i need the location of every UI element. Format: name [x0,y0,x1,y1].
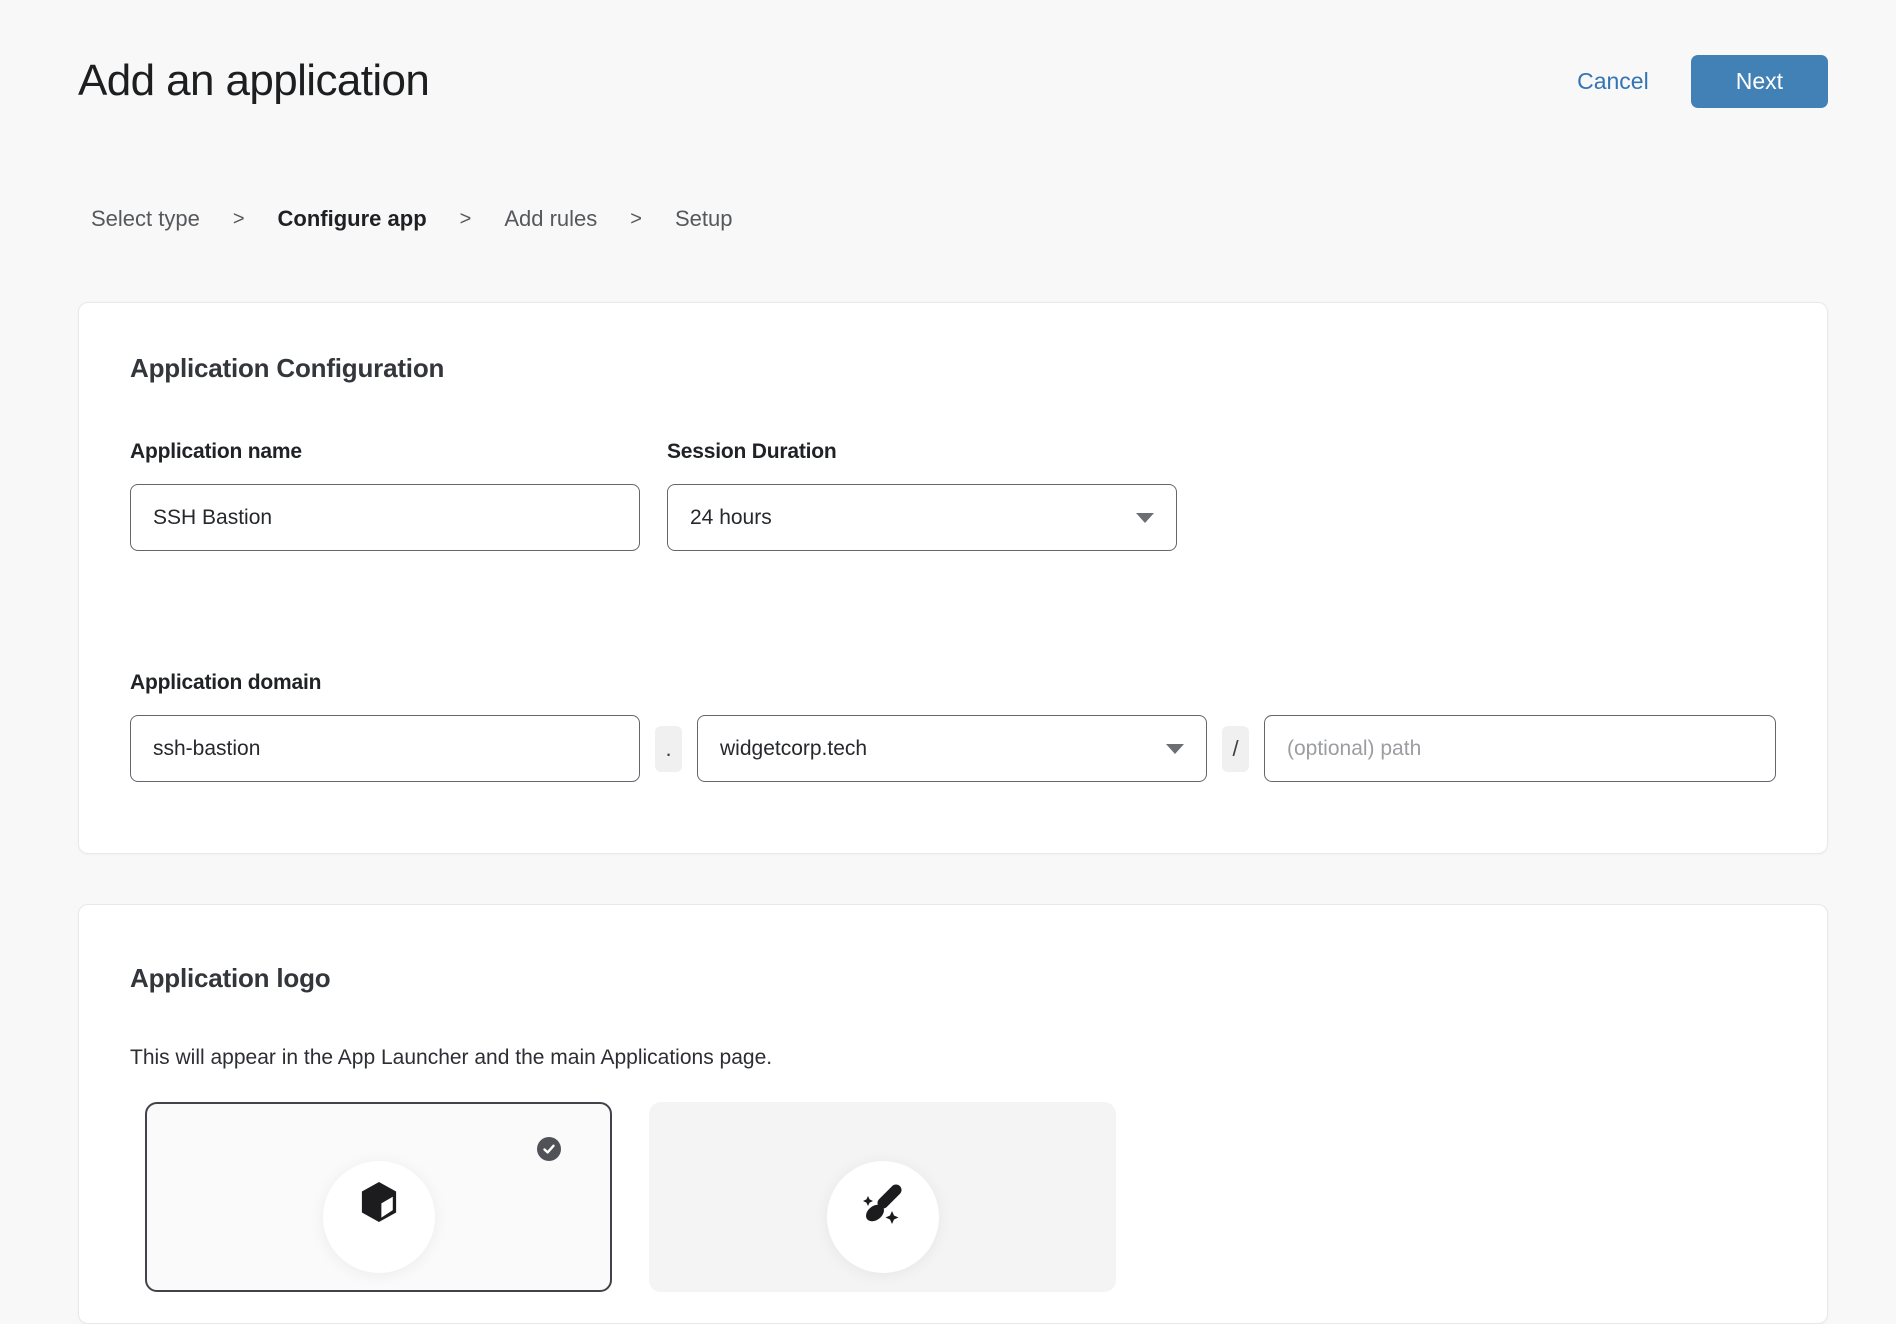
session-duration-value: 24 hours [690,506,772,530]
page-title: Add an application [78,56,429,106]
session-duration-field: Session Duration 24 hours [667,440,1177,551]
step-separator: > [630,208,642,231]
name-session-row: Application name Session Duration 24 hou… [130,440,1776,551]
dot-separator: . [655,726,682,772]
logo-options [145,1102,1776,1292]
domain-select[interactable]: widgetcorp.tech [697,715,1207,782]
application-name-field: Application name [130,440,640,551]
cube-icon [360,1181,398,1223]
path-input[interactable] [1264,715,1776,782]
application-domain-row: . widgetcorp.tech / [130,715,1776,782]
check-icon [542,1142,556,1156]
next-button[interactable]: Next [1691,55,1828,108]
selected-check-badge [537,1137,561,1161]
application-domain-block: Application domain . widgetcorp.tech / [130,671,1776,782]
session-duration-label: Session Duration [667,440,1177,464]
step-setup[interactable]: Setup [675,206,733,232]
logo-option-default[interactable] [145,1102,612,1292]
cancel-button[interactable]: Cancel [1577,68,1649,95]
subdomain-input[interactable] [130,715,640,782]
logo-preview-circle [323,1161,435,1273]
step-configure-app[interactable]: Configure app [278,206,427,232]
page-header: Add an application Cancel Next [78,48,1828,114]
step-separator: > [460,208,472,231]
step-separator: > [233,208,245,231]
paintbrush-icon [860,1181,906,1227]
application-configuration-card: Application Configuration Application na… [78,302,1828,854]
application-logo-heading: Application logo [130,963,1776,994]
application-name-input[interactable] [130,484,640,551]
logo-option-custom[interactable] [649,1102,1116,1292]
session-duration-select[interactable]: 24 hours [667,484,1177,551]
application-logo-card: Application logo This will appear in the… [78,904,1828,1324]
step-select-type[interactable]: Select type [91,206,200,232]
header-actions: Cancel Next [1577,55,1828,108]
step-add-rules[interactable]: Add rules [504,206,597,232]
logo-preview-circle [827,1161,939,1273]
slash-separator: / [1222,726,1249,772]
caret-down-icon [1166,744,1184,754]
application-logo-description: This will appear in the App Launcher and… [130,1046,1776,1070]
application-configuration-heading: Application Configuration [130,353,1776,384]
domain-value: widgetcorp.tech [720,737,867,761]
caret-down-icon [1136,513,1154,523]
application-name-label: Application name [130,440,640,464]
application-domain-label: Application domain [130,671,1776,695]
wizard-steps: Select type > Configure app > Add rules … [91,206,1828,232]
add-application-page: Add an application Cancel Next Select ty… [0,0,1896,1324]
